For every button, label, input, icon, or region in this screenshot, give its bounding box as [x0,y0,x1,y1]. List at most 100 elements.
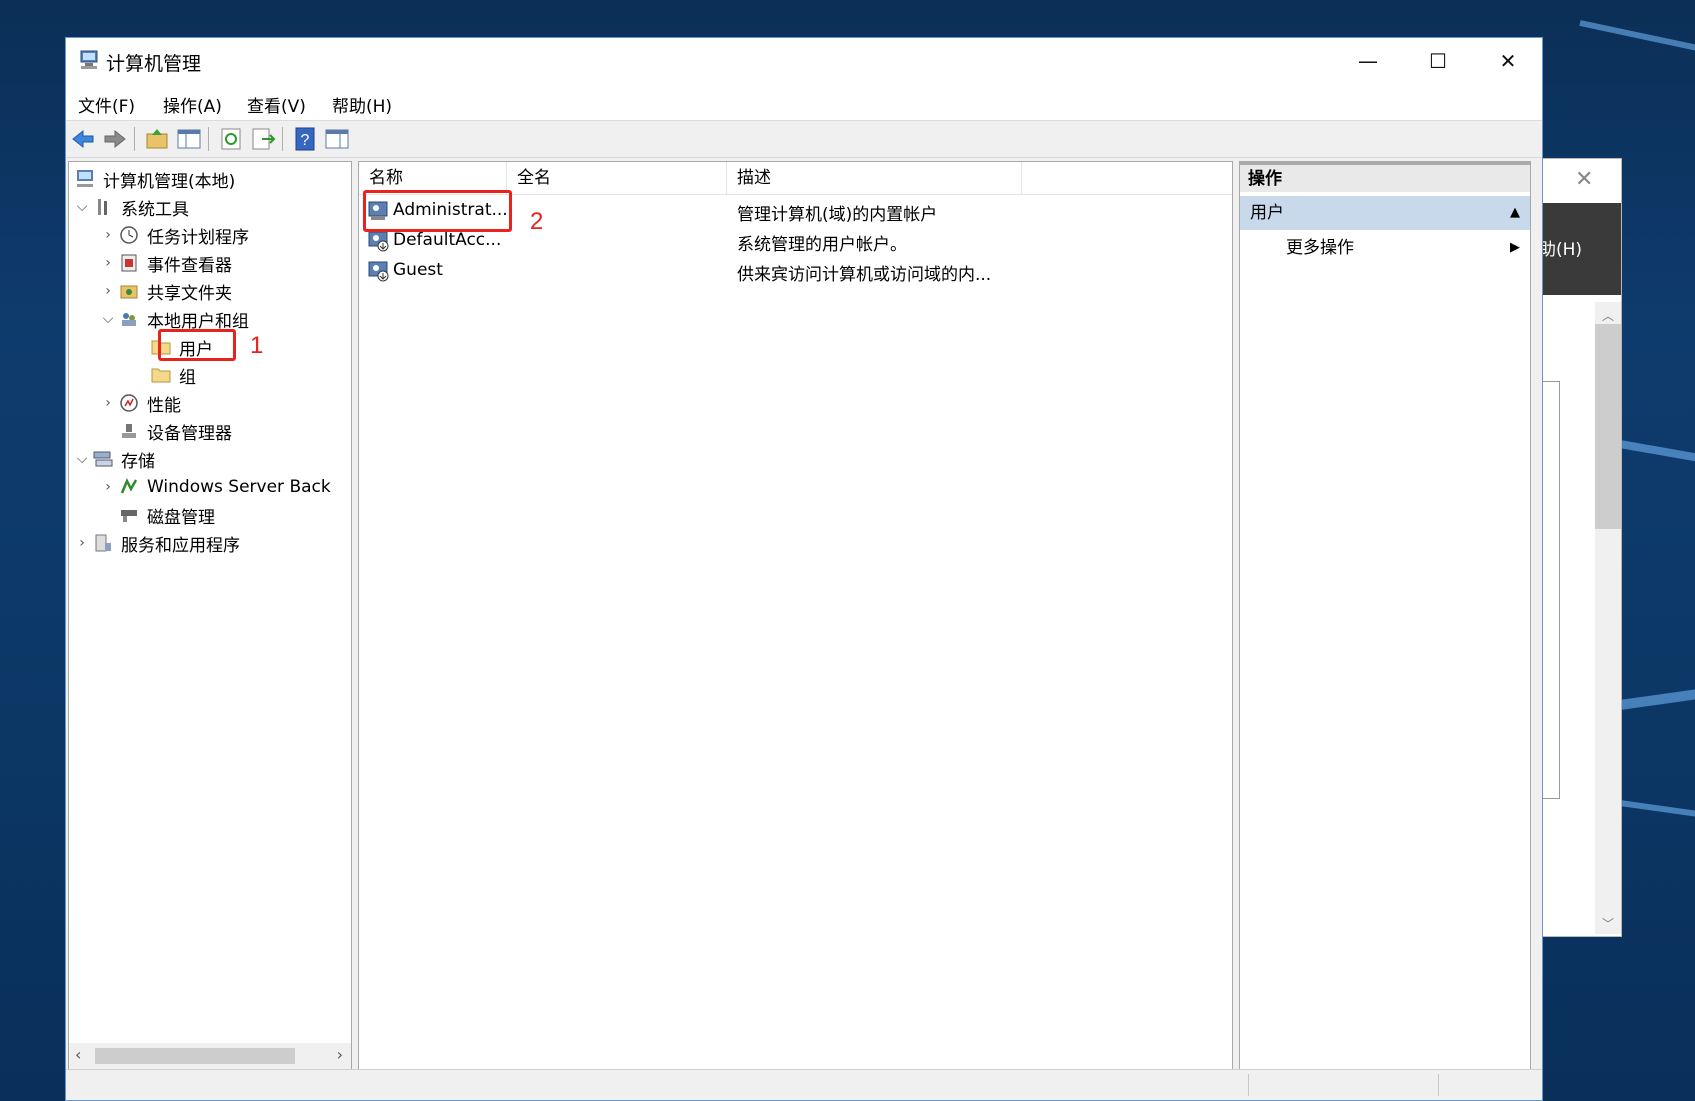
refresh-icon[interactable] [218,126,244,152]
tree-item-system-tools[interactable]: ⌵ 系统工具 [73,193,189,221]
chevron-right-icon[interactable]: › [99,395,117,411]
tree-item-device-manager[interactable]: 设备管理器 [117,417,232,445]
annotation-box-administrator [363,190,512,232]
show-hide-tree-icon[interactable] [176,126,202,152]
more-actions-item[interactable]: 更多操作 ▶ [1240,232,1530,264]
menu-help[interactable]: 帮助(H) [332,92,392,117]
desktop-light-streak [1579,20,1695,60]
back-arrow-icon[interactable] [70,126,96,152]
forward-arrow-icon[interactable] [102,126,128,152]
backup-icon [117,476,141,498]
users-group-icon [117,308,141,330]
tree-item-event-viewer[interactable]: › 事件查看器 [99,249,232,277]
tree-item-label: 本地用户和组 [147,311,249,332]
status-divider [1438,1074,1439,1096]
chevron-down-icon[interactable]: ⌵ [73,451,91,467]
tree-item-label: 服务和应用程序 [121,535,240,556]
chevron-right-icon[interactable]: › [99,283,117,299]
status-divider [1248,1074,1249,1096]
action-pane: 操作 用户 ▲ 更多操作 ▶ [1239,161,1531,1070]
tree-item-groups[interactable]: 组 [149,361,196,389]
background-menu-strip: 助(H) [1531,203,1621,295]
menu-bar: 文件(F) 操作(A) 查看(V) 帮助(H) [66,84,1542,121]
help-icon[interactable]: ? [292,126,318,152]
event-viewer-icon [117,252,141,274]
scroll-right-icon[interactable]: › [337,1045,343,1064]
annotation-number-1: 1 [250,332,264,359]
minimize-button[interactable]: — [1333,38,1403,84]
close-button[interactable]: ✕ [1473,38,1543,84]
collapse-up-icon[interactable]: ▲ [1510,196,1520,230]
scroll-down-icon[interactable]: ﹀ [1602,915,1614,932]
computer-management-window: 计算机管理 — ☐ ✕ 文件(F) 操作(A) 查看(V) 帮助(H) ? 计算… [65,37,1543,1101]
horizontal-scrollbar[interactable]: ‹ › [69,1043,351,1069]
svg-text:?: ? [301,132,310,149]
tree-item-label: 系统工具 [121,199,189,220]
action-group-users[interactable]: 用户 ▲ [1240,196,1530,230]
list-row-guest[interactable]: Guest 供来宾访问计算机或访问域的内... [359,256,1232,286]
tree-item-label: Windows Server Back [147,477,331,497]
user-name: Guest [393,260,443,280]
scroll-left-icon[interactable]: ‹ [75,1045,81,1064]
annotation-box-users [158,329,236,361]
tree-item-label: 共享文件夹 [147,283,232,304]
scroll-up-icon[interactable]: ︿ [1602,307,1614,324]
user-name: DefaultAcc... [393,230,502,250]
tree-item-performance[interactable]: › 性能 [99,389,181,417]
tree-item-storage[interactable]: ⌵ 存储 [73,445,155,473]
tree-item-disk-management[interactable]: 磁盘管理 [117,501,215,529]
export-list-icon[interactable] [250,126,276,152]
show-hide-action-pane-icon[interactable] [324,126,350,152]
tools-icon [91,196,115,218]
tree-item-root[interactable]: 计算机管理(本地) [73,165,235,193]
storage-icon [91,448,115,470]
chevron-right-icon[interactable]: › [99,255,117,271]
tree-item-label: 设备管理器 [147,423,232,444]
user-list: 名称 全名 描述 Administrat... 管理计算机(域)的内置帐户 De… [358,161,1233,1070]
column-header-description[interactable]: 描述 [727,162,1022,194]
scrollbar-thumb[interactable] [1595,324,1621,529]
desktop-light-streak [1619,440,1695,469]
tree-item-label: 计算机管理(本地) [103,171,236,192]
chevron-right-icon[interactable]: › [99,479,117,495]
toolbar: ? [66,121,1542,158]
submenu-arrow-icon: ▶ [1510,240,1520,255]
column-header-fullname[interactable]: 全名 [507,162,727,194]
folder-icon [149,364,173,386]
chevron-right-icon[interactable]: › [99,227,117,243]
tree-item-shared-folders[interactable]: › 共享文件夹 [99,277,232,305]
user-description: 供来宾访问计算机或访问域的内... [737,265,992,285]
action-group-label: 用户 [1250,203,1284,223]
tree-item-label: 事件查看器 [147,255,232,276]
shared-folder-icon [117,280,141,302]
annotation-number-2: 2 [530,208,544,235]
window-title: 计算机管理 [106,53,202,75]
disk-icon [117,504,141,526]
chevron-down-icon[interactable]: ⌵ [99,311,117,327]
disabled-user-icon [368,261,389,282]
title-bar[interactable]: 计算机管理 — ☐ ✕ [66,38,1542,84]
chevron-down-icon[interactable]: ⌵ [73,199,91,215]
disabled-user-icon [368,231,389,252]
maximize-button[interactable]: ☐ [1403,38,1473,84]
background-menu-fragment[interactable]: 助(H) [1539,235,1582,260]
tree-item-label: 性能 [147,395,181,416]
device-manager-icon [117,420,141,442]
menu-view[interactable]: 查看(V) [247,92,306,117]
computer-management-icon [73,168,97,190]
close-icon[interactable]: ✕ [1575,167,1593,192]
toolbar-separator [282,127,283,151]
menu-file[interactable]: 文件(F) [78,92,135,117]
tree-item-task-scheduler[interactable]: › 任务计划程序 [99,221,249,249]
tree-item-services-applications[interactable]: › 服务和应用程序 [73,529,240,557]
chevron-right-icon[interactable]: › [73,535,91,551]
up-folder-icon[interactable] [144,126,170,152]
action-pane-title: 操作 [1240,162,1530,192]
user-description: 系统管理的用户帐户。 [737,235,907,255]
toolbar-separator [208,127,209,151]
menu-action[interactable]: 操作(A) [163,92,222,117]
background-window[interactable]: ✕ 助(H) ︿ ﹀ [1530,158,1622,937]
tree-item-windows-server-backup[interactable]: › Windows Server Back [99,473,331,501]
tree-item-label: 任务计划程序 [147,227,249,248]
scrollbar-thumb[interactable] [95,1048,295,1064]
